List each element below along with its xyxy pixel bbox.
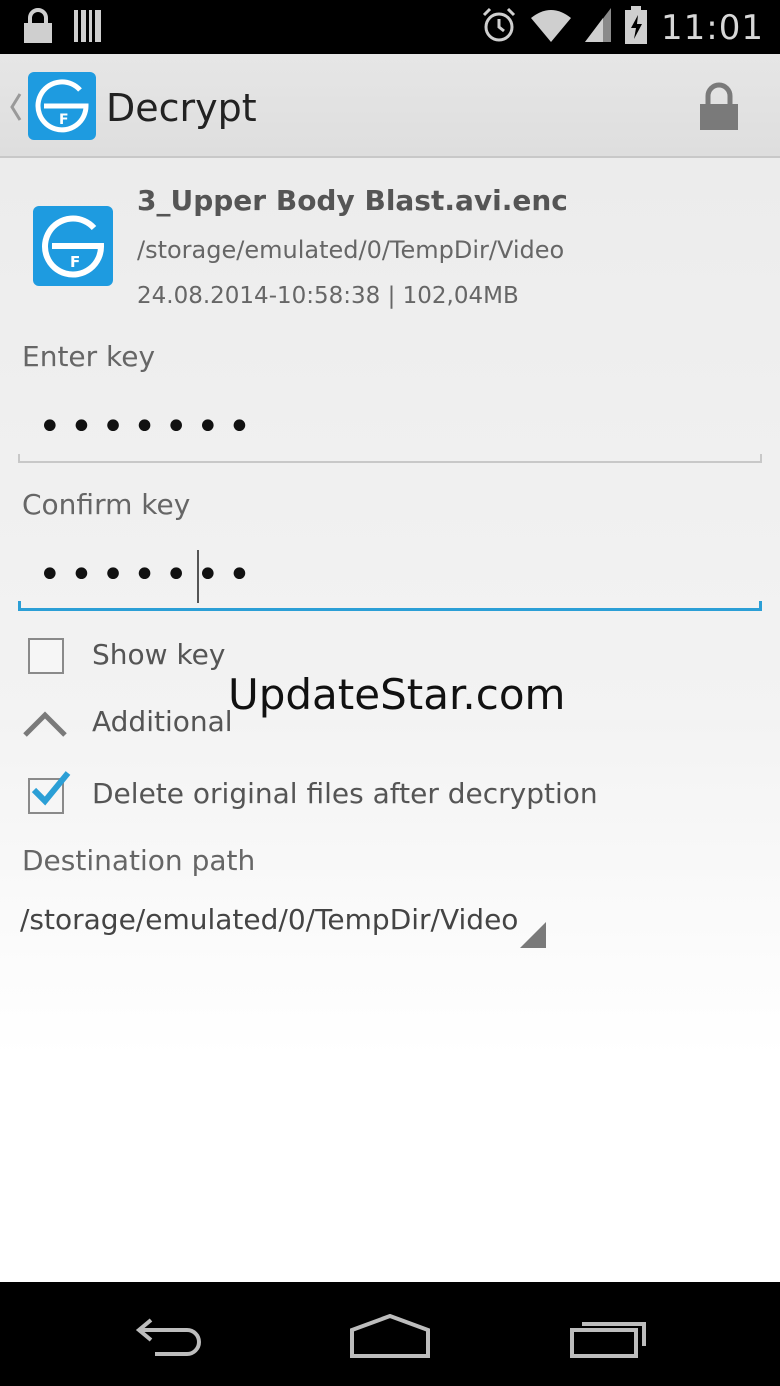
battery-charging-icon <box>625 6 648 49</box>
app-logo-icon[interactable]: F <box>28 72 96 145</box>
confirm-key-underline <box>18 601 762 611</box>
dropdown-triangle-icon <box>520 922 546 953</box>
destination-path-spinner[interactable]: /storage/emulated/0/TempDir/Video <box>20 903 518 936</box>
lock-icon[interactable] <box>698 82 740 135</box>
file-icon: F <box>33 206 113 291</box>
chevron-left-icon[interactable] <box>8 92 24 127</box>
watermark: UpdateStar.com <box>228 670 566 719</box>
destination-path-label: Destination path <box>22 844 256 877</box>
checkmark-icon <box>30 768 72 813</box>
show-key-checkbox[interactable] <box>28 638 64 674</box>
enter-key-input[interactable] <box>20 392 778 462</box>
barcode-icon <box>74 8 104 49</box>
file-meta: 24.08.2014-10:58:38 | 102,04MB <box>137 283 519 309</box>
additional-toggle[interactable]: Additional <box>92 705 233 738</box>
signal-icon <box>585 8 612 47</box>
delete-original-label[interactable]: Delete original files after decryption <box>92 777 598 810</box>
enter-key-label: Enter key <box>22 340 156 373</box>
status-bar: 11:01 <box>0 0 780 54</box>
file-name: 3_Upper Body Blast.avi.enc <box>137 184 568 217</box>
lock-icon <box>22 8 54 49</box>
navigation-bar <box>0 1282 780 1386</box>
home-icon[interactable] <box>350 1313 430 1363</box>
text-caret <box>197 550 199 603</box>
confirm-key-input[interactable] <box>20 540 778 610</box>
page-title: Decrypt <box>106 86 257 130</box>
alarm-icon <box>481 7 517 48</box>
chevron-up-icon[interactable] <box>22 708 68 743</box>
file-logo-letter: F <box>70 253 80 271</box>
enter-key-underline <box>18 454 762 463</box>
wifi-icon <box>531 8 572 47</box>
recent-apps-icon[interactable] <box>570 1316 648 1363</box>
file-path: /storage/emulated/0/TempDir/Video <box>137 236 565 264</box>
confirm-key-label: Confirm key <box>22 488 191 521</box>
back-icon[interactable] <box>135 1318 211 1361</box>
status-time: 11:01 <box>661 7 764 48</box>
logo-letter: F <box>59 112 69 128</box>
show-key-label[interactable]: Show key <box>92 638 225 671</box>
